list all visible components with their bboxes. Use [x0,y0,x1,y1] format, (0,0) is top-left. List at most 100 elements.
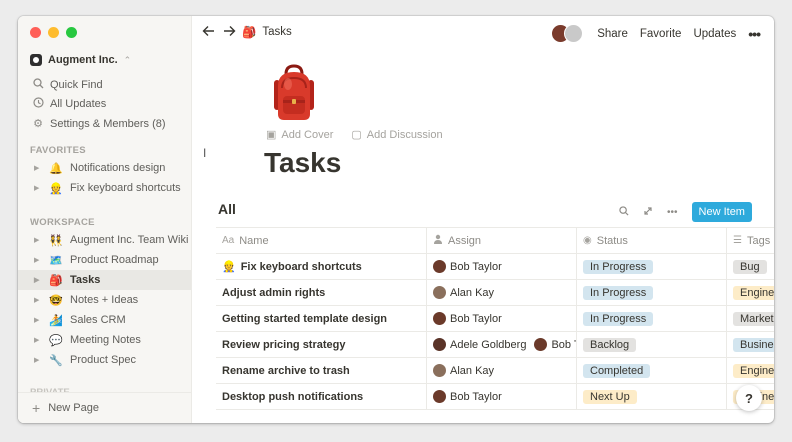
tag-badge: Engine [733,363,774,378]
text-cursor-icon: I [203,146,207,160]
expand-triangle-icon[interactable]: ▶ [34,184,44,192]
quick-find-link[interactable]: Quick Find [32,78,103,92]
settings-members-link[interactable]: ⚙ Settings & Members (8) [32,117,166,131]
bell-icon: 🔔 [49,162,63,175]
forward-arrow-icon[interactable] [223,24,236,40]
name-cell[interactable]: Desktop push notifications [216,384,427,409]
database-view-name[interactable]: All [218,201,236,217]
tag-badge: Engine [733,285,774,300]
table-row[interactable]: Getting started template design Bob Tayl… [216,305,774,331]
favorite-button[interactable]: Favorite [640,28,682,40]
updates-button[interactable]: Updates [693,28,736,40]
status-cell[interactable]: Next Up [577,384,727,409]
sidebar-item-fix-keyboard-shortcuts[interactable]: ▶ 👷 Fix keyboard shortcuts [18,178,191,198]
expand-icon[interactable] [643,206,653,219]
search-icon[interactable] [619,205,629,219]
tags-cell[interactable]: Bug [727,254,774,279]
column-header-status[interactable]: ◉ Status [577,228,727,253]
avatar [433,364,446,377]
page-title[interactable]: Tasks [264,147,341,179]
sidebar-item-notes-ideas[interactable]: ▶ 🤓 Notes + Ideas [18,290,191,310]
add-cover-button[interactable]: ▣ Add Cover [266,128,333,141]
name-cell[interactable]: Getting started template design [216,306,427,331]
column-header-tags[interactable]: ☰ Tags [727,228,774,253]
share-button[interactable]: Share [597,28,628,40]
name-cell[interactable]: Rename archive to trash [216,358,427,383]
tags-cell[interactable]: Engine [727,358,774,383]
collaborator-avatars[interactable] [551,24,584,43]
expand-triangle-icon[interactable]: ▶ [34,276,44,284]
wrench-icon: 🔧 [49,354,63,367]
column-header-name[interactable]: Aa Name [216,228,427,253]
page-icon-backpack[interactable] [268,64,320,127]
sidebar-item-sales-crm[interactable]: ▶ 🏄 Sales CRM [18,310,191,330]
new-page-button[interactable]: + New Page [18,392,191,423]
status-cell[interactable]: Completed [577,358,727,383]
gear-icon: ⚙ [33,118,43,130]
status-cell[interactable]: Backlog [577,332,727,357]
more-options-icon[interactable]: ••• [748,26,761,42]
assign-cell[interactable]: Alan Kay [427,280,577,305]
tags-cell[interactable]: Busine [727,332,774,357]
person-chip: Alan Kay [433,286,494,299]
sidebar-item-label: Notes + Ideas [70,294,139,306]
sidebar-item-team-wiki[interactable]: ▶ 👯 Augment Inc. Team Wiki [18,230,191,250]
sidebar-item-product-roadmap[interactable]: ▶ 🗺️ Product Roadmap [18,250,191,270]
name-cell[interactable]: 👷 Fix keyboard shortcuts [216,254,427,279]
map-icon: 🗺️ [49,254,63,267]
sidebar-item-product-spec[interactable]: ▶ 🔧 Product Spec [18,350,191,370]
expand-triangle-icon[interactable]: ▶ [34,356,44,364]
assign-cell[interactable]: Bob Taylor [427,306,577,331]
tags-cell[interactable]: Market [727,306,774,331]
name-cell[interactable]: Adjust admin rights [216,280,427,305]
expand-triangle-icon[interactable]: ▶ [34,256,44,264]
name-cell[interactable]: Review pricing strategy [216,332,427,357]
table-row[interactable]: Desktop push notifications Bob Taylor Ne… [216,383,774,410]
table-row[interactable]: Rename archive to trash Alan Kay Complet… [216,357,774,383]
workspace-switcher[interactable]: Augment Inc. ⌃ [30,54,131,66]
column-header-label: Name [239,234,269,247]
page-cover-actions: ▣ Add Cover ▢ Add Discussion [266,128,443,141]
expand-triangle-icon[interactable]: ▶ [34,164,44,172]
tags-cell[interactable]: Engine [727,280,774,305]
expand-triangle-icon[interactable]: ▶ [34,336,44,344]
status-cell[interactable]: In Progress [577,254,727,279]
person-chip: Bob Taylor [433,312,502,325]
settings-members-label: Settings & Members (8) [50,117,166,130]
sidebar-item-label: Product Roadmap [70,254,159,266]
person-chip: Bob T [534,338,576,351]
sidebar-item-meeting-notes[interactable]: ▶ 💬 Meeting Notes [18,330,191,350]
expand-triangle-icon[interactable]: ▶ [34,296,44,304]
backpack-icon: 🎒 [242,27,257,39]
breadcrumb[interactable]: 🎒 Tasks [242,25,292,39]
more-options-icon[interactable]: ••• [667,207,678,218]
sidebar-item-notifications-design[interactable]: ▶ 🔔 Notifications design [18,158,191,178]
expand-triangle-icon[interactable]: ▶ [34,236,44,244]
close-window-button[interactable] [30,27,41,38]
table-row[interactable]: Review pricing strategy Adele Goldberg B… [216,331,774,357]
backpack-icon: 🎒 [49,274,63,287]
zoom-window-button[interactable] [66,27,77,38]
assign-cell[interactable]: Alan Kay [427,358,577,383]
table-row[interactable]: 👷 Fix keyboard shortcuts Bob Taylor In P… [216,253,774,279]
assign-cell[interactable]: Adele Goldberg Bob T [427,332,577,357]
expand-triangle-icon[interactable]: ▶ [34,316,44,324]
back-arrow-icon[interactable] [202,24,215,40]
column-header-assign[interactable]: Assign [427,228,577,253]
help-button[interactable]: ? [736,385,762,411]
sidebar-item-label: Augment Inc. Team Wiki [70,234,189,246]
status-badge: In Progress [583,311,654,326]
minimize-window-button[interactable] [48,27,59,38]
sidebar-item-tasks[interactable]: ▶ 🎒 Tasks [18,270,191,290]
new-item-button[interactable]: New Item [691,202,752,222]
assign-cell[interactable]: Bob Taylor [427,254,577,279]
add-discussion-button[interactable]: ▢ Add Discussion [351,128,442,141]
assign-cell[interactable]: Bob Taylor [427,384,577,409]
quick-find-label: Quick Find [50,79,103,91]
table-row[interactable]: Adjust admin rights Alan Kay In Progress… [216,279,774,305]
status-cell[interactable]: In Progress [577,306,727,331]
all-updates-link[interactable]: All Updates [32,97,106,111]
topbar: 🎒 Tasks Share Favorite Updates ••• [192,16,774,50]
status-cell[interactable]: In Progress [577,280,727,305]
column-header-label: Status [596,234,628,247]
